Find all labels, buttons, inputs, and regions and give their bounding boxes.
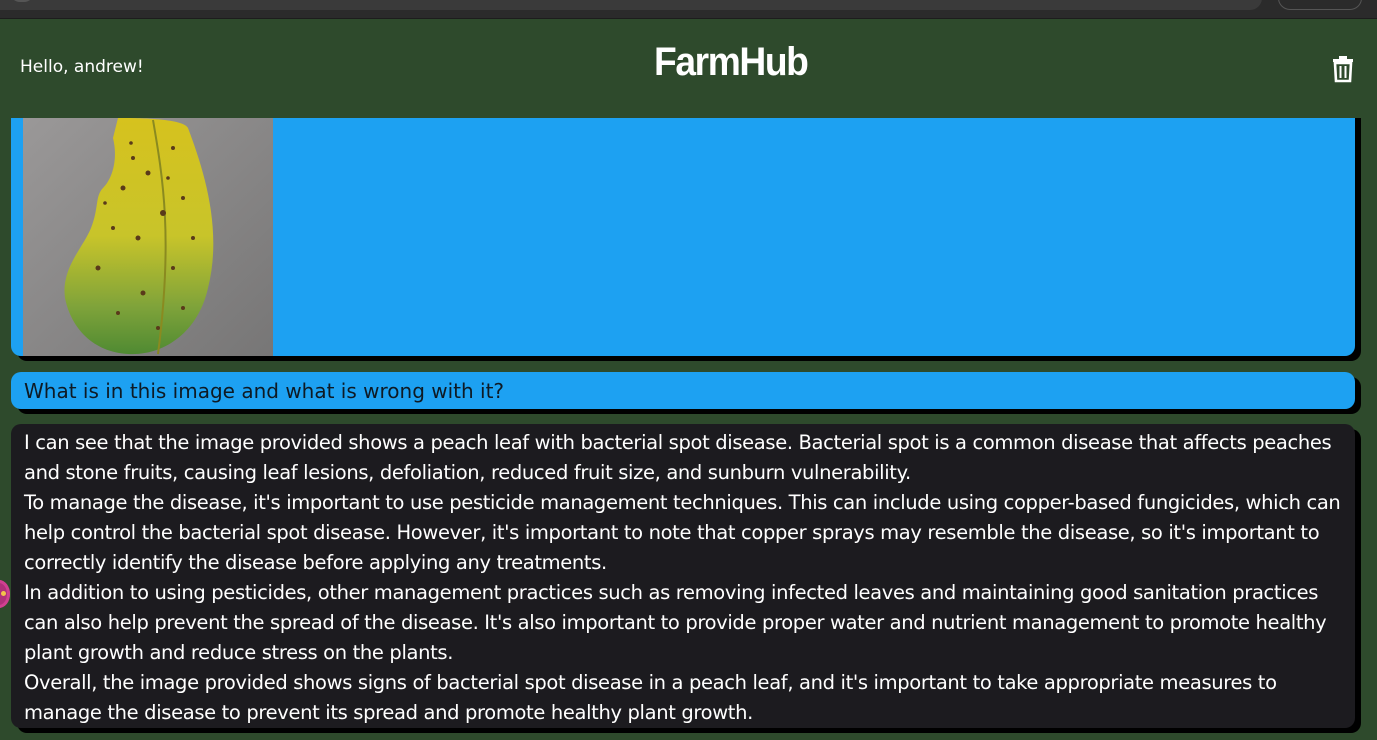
bot-paragraph-3: In addition to using pesticides, other m…: [24, 581, 1327, 664]
image-message-bubble: [11, 118, 1355, 356]
clear-chat-button[interactable]: [1330, 55, 1356, 83]
bot-paragraph-4: Overall, the image provided shows signs …: [24, 671, 1277, 724]
user-message-text: What is in this image and what is wrong …: [24, 379, 505, 403]
chat-area[interactable]: What is in this image and what is wrong …: [0, 118, 1377, 740]
greeting-text: Hello, andrew!: [20, 57, 144, 77]
app-header: Hello, andrew! FarmHub: [0, 19, 1377, 118]
bot-response-bubble: I can see that the image provided shows …: [11, 424, 1355, 728]
trash-icon: [1333, 56, 1353, 83]
browser-address-bar[interactable]: [0, 0, 1262, 10]
bot-paragraph-2: To manage the disease, it's important to…: [24, 491, 1341, 574]
bot-response-text: I can see that the image provided shows …: [24, 428, 1344, 728]
farmhub-logo: FarmHub: [654, 40, 809, 84]
browser-indicator-icon: [10, 0, 34, 2]
leaf-photo: [23, 118, 273, 356]
browser-button[interactable]: [1278, 0, 1362, 10]
floating-avatar-icon[interactable]: [0, 580, 10, 608]
user-message-bubble: What is in this image and what is wrong …: [11, 372, 1355, 409]
browser-top-strip: [0, 0, 1377, 19]
bot-paragraph-1: I can see that the image provided shows …: [24, 431, 1332, 484]
